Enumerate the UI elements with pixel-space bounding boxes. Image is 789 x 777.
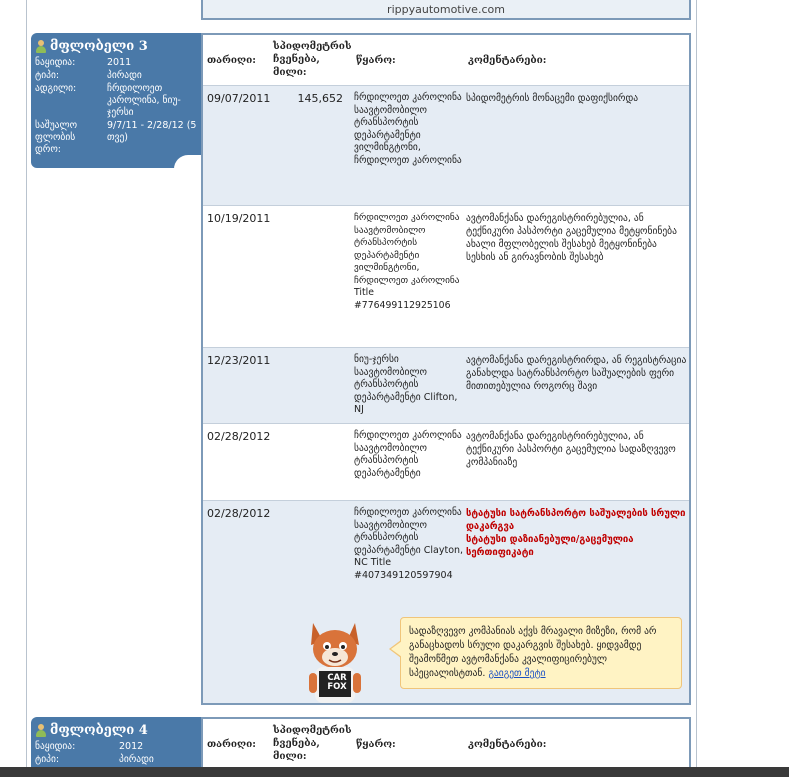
row-comments: ავტომანქანა დარეგისტრირებულია, ან ტექნიკ… — [466, 213, 677, 263]
page-border-left — [26, 0, 27, 777]
owner-4-title: მფლობელი 4 — [50, 723, 148, 738]
field-label: ტიპი: — [35, 754, 60, 765]
table-row: 09/07/2011 145,652 ჩრდილოეთ კაროლინა საა… — [203, 86, 689, 206]
owner-3-title-row: მფლობელი 3 — [31, 33, 202, 57]
owner-3-panel: მფლობელი 3 ნაყიდია: 2011 ტიპი: პირადი ად… — [31, 33, 202, 169]
previous-owner-url: rippyautomotive.com — [387, 3, 505, 16]
row-comments: ავტომანქანა დარეგისტრირდა, ან რეგისტრაცი… — [466, 355, 687, 392]
field-value: პირადი — [107, 70, 142, 81]
owner-3-title: მფლობელი 3 — [50, 39, 148, 54]
person-icon — [35, 724, 47, 737]
table-row: 10/19/2011 ჩრდილოეთ კაროლინა საავტომობილ… — [203, 206, 689, 348]
header-odometer: სპიდომეტრის ჩვენება, მილი: — [273, 41, 352, 78]
row-source: ჩრდილოეთ კაროლინა საავტომობილო ტრანსპორტ… — [354, 92, 462, 166]
owner-4-field-purchased: ნაყიდია: 2012 — [31, 741, 202, 753]
row-source: ნიუ-ჯერსი საავტომობილო ტრანსპორტის დეპარ… — [354, 354, 458, 415]
header-source: წყარო: — [356, 55, 396, 66]
field-value: 2012 — [119, 741, 144, 752]
table-row: 02/28/2012 ჩრდილოეთ კაროლინა საავტომობილ… — [203, 501, 689, 703]
owner-3-history-table: თარიღი: სპიდომეტრის ჩვენება, მილი: წყარო… — [201, 33, 691, 705]
table-header: თარიღი: სპიდომეტრის ჩვენება, მილი: წყარო… — [203, 719, 689, 770]
header-source: წყარო: — [356, 739, 396, 750]
header-odometer: სპიდომეტრის ჩვენება, მილი: — [273, 725, 352, 762]
person-icon — [35, 40, 47, 53]
row-source: ჩრდილოეთ კაროლინა საავტომობილო ტრანსპორტ… — [354, 212, 460, 311]
field-value: 9/7/11 - 2/28/12 (5 თვე) — [107, 120, 197, 143]
header-comments: კომენტარები: — [468, 739, 547, 750]
row-comments: სპიდომეტრის მონაცემი დაფიქსირდა — [466, 93, 639, 104]
owner-4-title-row: მფლობელი 4 — [31, 717, 202, 741]
carfox-sign-text: CAR FOX — [327, 673, 347, 692]
field-label: ტიპი: — [35, 70, 60, 81]
taskbar — [0, 767, 789, 777]
header-date: თარიღი: — [207, 739, 256, 750]
field-label: ნაყიდია: — [35, 741, 76, 752]
row-date: 02/28/2012 — [207, 430, 271, 443]
learn-more-link[interactable]: გაიგეთ მეტი — [488, 668, 545, 679]
owner-3-field-purchased: ნაყიდია: 2011 — [31, 57, 202, 69]
field-label: ნაყიდია: — [35, 57, 76, 68]
header-comments: კომენტარები: — [468, 55, 547, 66]
alert-total-loss: სტატუსი სატრანსპორტო საშუალების სრული და… — [466, 508, 686, 532]
owner-4-field-type: ტიპი: პირადი — [31, 754, 202, 766]
row-date: 10/19/2011 — [207, 212, 271, 225]
row-comments: სტატუსი სატრანსპორტო საშუალების სრული და… — [466, 507, 688, 559]
row-odometer: 145,652 — [297, 92, 344, 105]
field-label: საშუალო ფლობის დრო: — [35, 120, 78, 155]
row-date: 02/28/2012 — [207, 507, 271, 520]
row-source: ჩრდილოეთ კაროლინა საავტომობილო ტრანსპორტ… — [354, 430, 462, 479]
field-value: 2011 — [107, 57, 132, 68]
alert-damaged-certificate: სტატუსი დაზიანებული/გაცემულია სერთიფიკატ… — [466, 534, 634, 558]
row-date: 12/23/2011 — [207, 354, 271, 367]
header-date: თარიღი: — [207, 55, 256, 66]
owner-3-field-location: ადგილი: ჩრდილოეთ კაროლინა, ნიუ-ჯერსი — [31, 83, 202, 119]
owner-3-field-duration: საშუალო ფლობის დრო: 9/7/11 - 2/28/12 (5 … — [31, 120, 202, 156]
table-row: 02/28/2012 ჩრდილოეთ კაროლინა საავტომობილ… — [203, 424, 689, 501]
row-date: 09/07/2011 — [207, 92, 271, 105]
page-border-right — [696, 0, 697, 777]
row-comments: ავტომანქანა დარეგისტრირებულია, ან ტექნიკ… — [466, 431, 676, 468]
previous-owner-box: rippyautomotive.com — [201, 0, 691, 20]
row-source: ჩრდილოეთ კაროლინა საავტომობილო ტრანსპორტ… — [354, 507, 464, 581]
table-row: 12/23/2011 ნიუ-ჯერსი საავტომობილო ტრანსპ… — [203, 348, 689, 424]
field-value: პირადი — [119, 754, 154, 765]
field-label: ადგილი: — [35, 83, 77, 94]
field-value: ჩრდილოეთ კაროლინა, ნიუ-ჯერსი — [107, 83, 181, 118]
owner-3-field-type: ტიპი: პირადი — [31, 70, 202, 82]
table-header: თარიღი: სპიდომეტრის ჩვენება, მილი: წყარო… — [203, 35, 689, 86]
callout-bubble: სადაზღვევო კომპანიას აქვს მრავალი მიზეზი… — [389, 617, 682, 689]
